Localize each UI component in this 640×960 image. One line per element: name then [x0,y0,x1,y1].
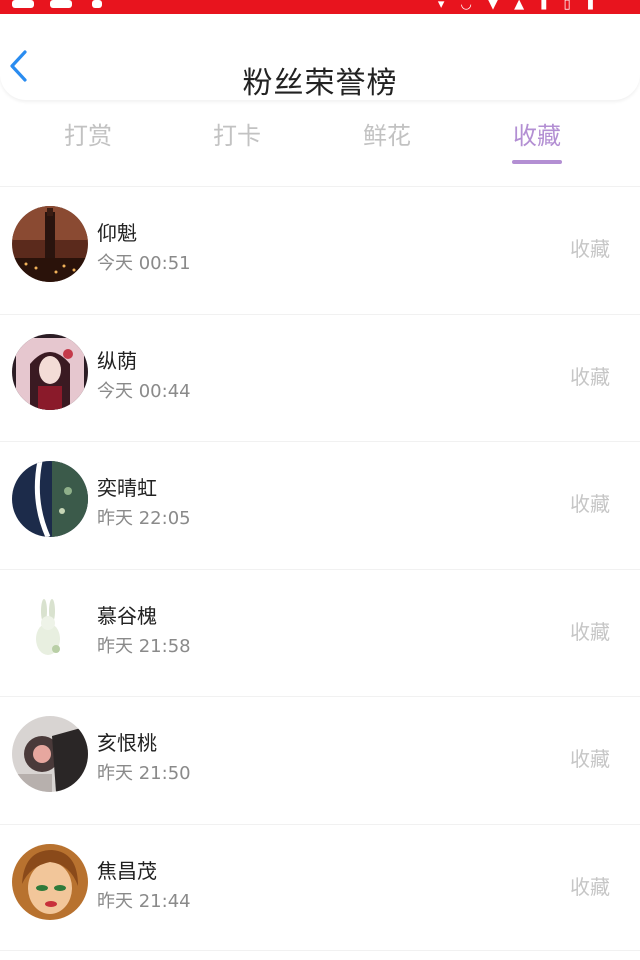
list-item[interactable]: 奕晴虹 昨天 22:05 收藏 [0,441,640,569]
fan-time: 昨天 22:05 [97,508,191,529]
page-title: 粉丝荣誉榜 [242,66,398,101]
photo-avatar-image [12,716,88,792]
avatar [12,843,88,920]
notification-icon [12,0,34,8]
city-tower-avatar-image [12,206,88,282]
action-label: 收藏 [570,492,610,516]
status-bar: ▾ ◡ ▼ ▲ ▮ ▯ ▮ [0,0,640,14]
fan-name: 焦昌茂 [97,858,157,883]
tab-favorites[interactable]: 收藏 [477,116,597,151]
fan-name: 奕晴虹 [97,476,157,500]
fan-time: 今天 00:44 [97,380,191,402]
action-label: 收藏 [570,619,610,644]
tab-flowers[interactable]: 鲜花 [327,116,447,151]
rabbit-avatar-image [12,588,88,665]
active-tab-indicator [512,160,562,164]
list-item[interactable]: 亥恨桃 昨天 21:50 收藏 [0,696,640,824]
avatar [12,206,88,282]
fan-name: 亥恨桃 [97,731,157,755]
fan-time: 今天 00:51 [97,253,191,274]
notification-icon [92,0,102,8]
status-icons: ▾ ◡ ▼ ▲ ▮ ▯ ▮ [437,0,600,12]
fan-name: 纵荫 [97,348,137,373]
tab-checkin[interactable]: 打卡 [177,116,297,151]
avatar [12,461,88,537]
abstract-dark-avatar-image [12,461,88,537]
action-label: 收藏 [570,364,610,389]
avatar [12,716,88,792]
action-label: 收藏 [570,237,610,261]
list-item[interactable]: 仰魁 今天 00:51 收藏 [0,186,640,314]
list-item[interactable]: 慕谷槐 昨天 21:58 收藏 [0,568,640,697]
fan-name: 慕谷槐 [97,603,157,628]
fan-time: 昨天 21:58 [97,635,191,657]
notification-icon [50,0,72,8]
list-item[interactable]: 纵荫 今天 00:44 收藏 [0,313,640,442]
action-label: 收藏 [570,874,610,899]
header: 粉丝荣誉榜 [0,14,640,101]
fan-time: 昨天 21:50 [97,763,191,784]
avatar [12,333,88,410]
tab-reward[interactable]: 打赏 [28,116,148,151]
fan-time: 昨天 21:44 [97,890,191,912]
illustrated-girl-avatar-image [12,333,88,410]
fan-name: 仰魁 [97,221,137,245]
cartoon-face-avatar-image [12,843,88,920]
fan-list: 仰魁 今天 00:51 收藏 纵荫 今天 00:44 收藏 奕晴虹 昨天 22:… [0,186,640,951]
avatar [12,588,88,665]
action-label: 收藏 [570,747,610,771]
list-item[interactable]: 焦昌茂 昨天 21:44 收藏 [0,823,640,951]
